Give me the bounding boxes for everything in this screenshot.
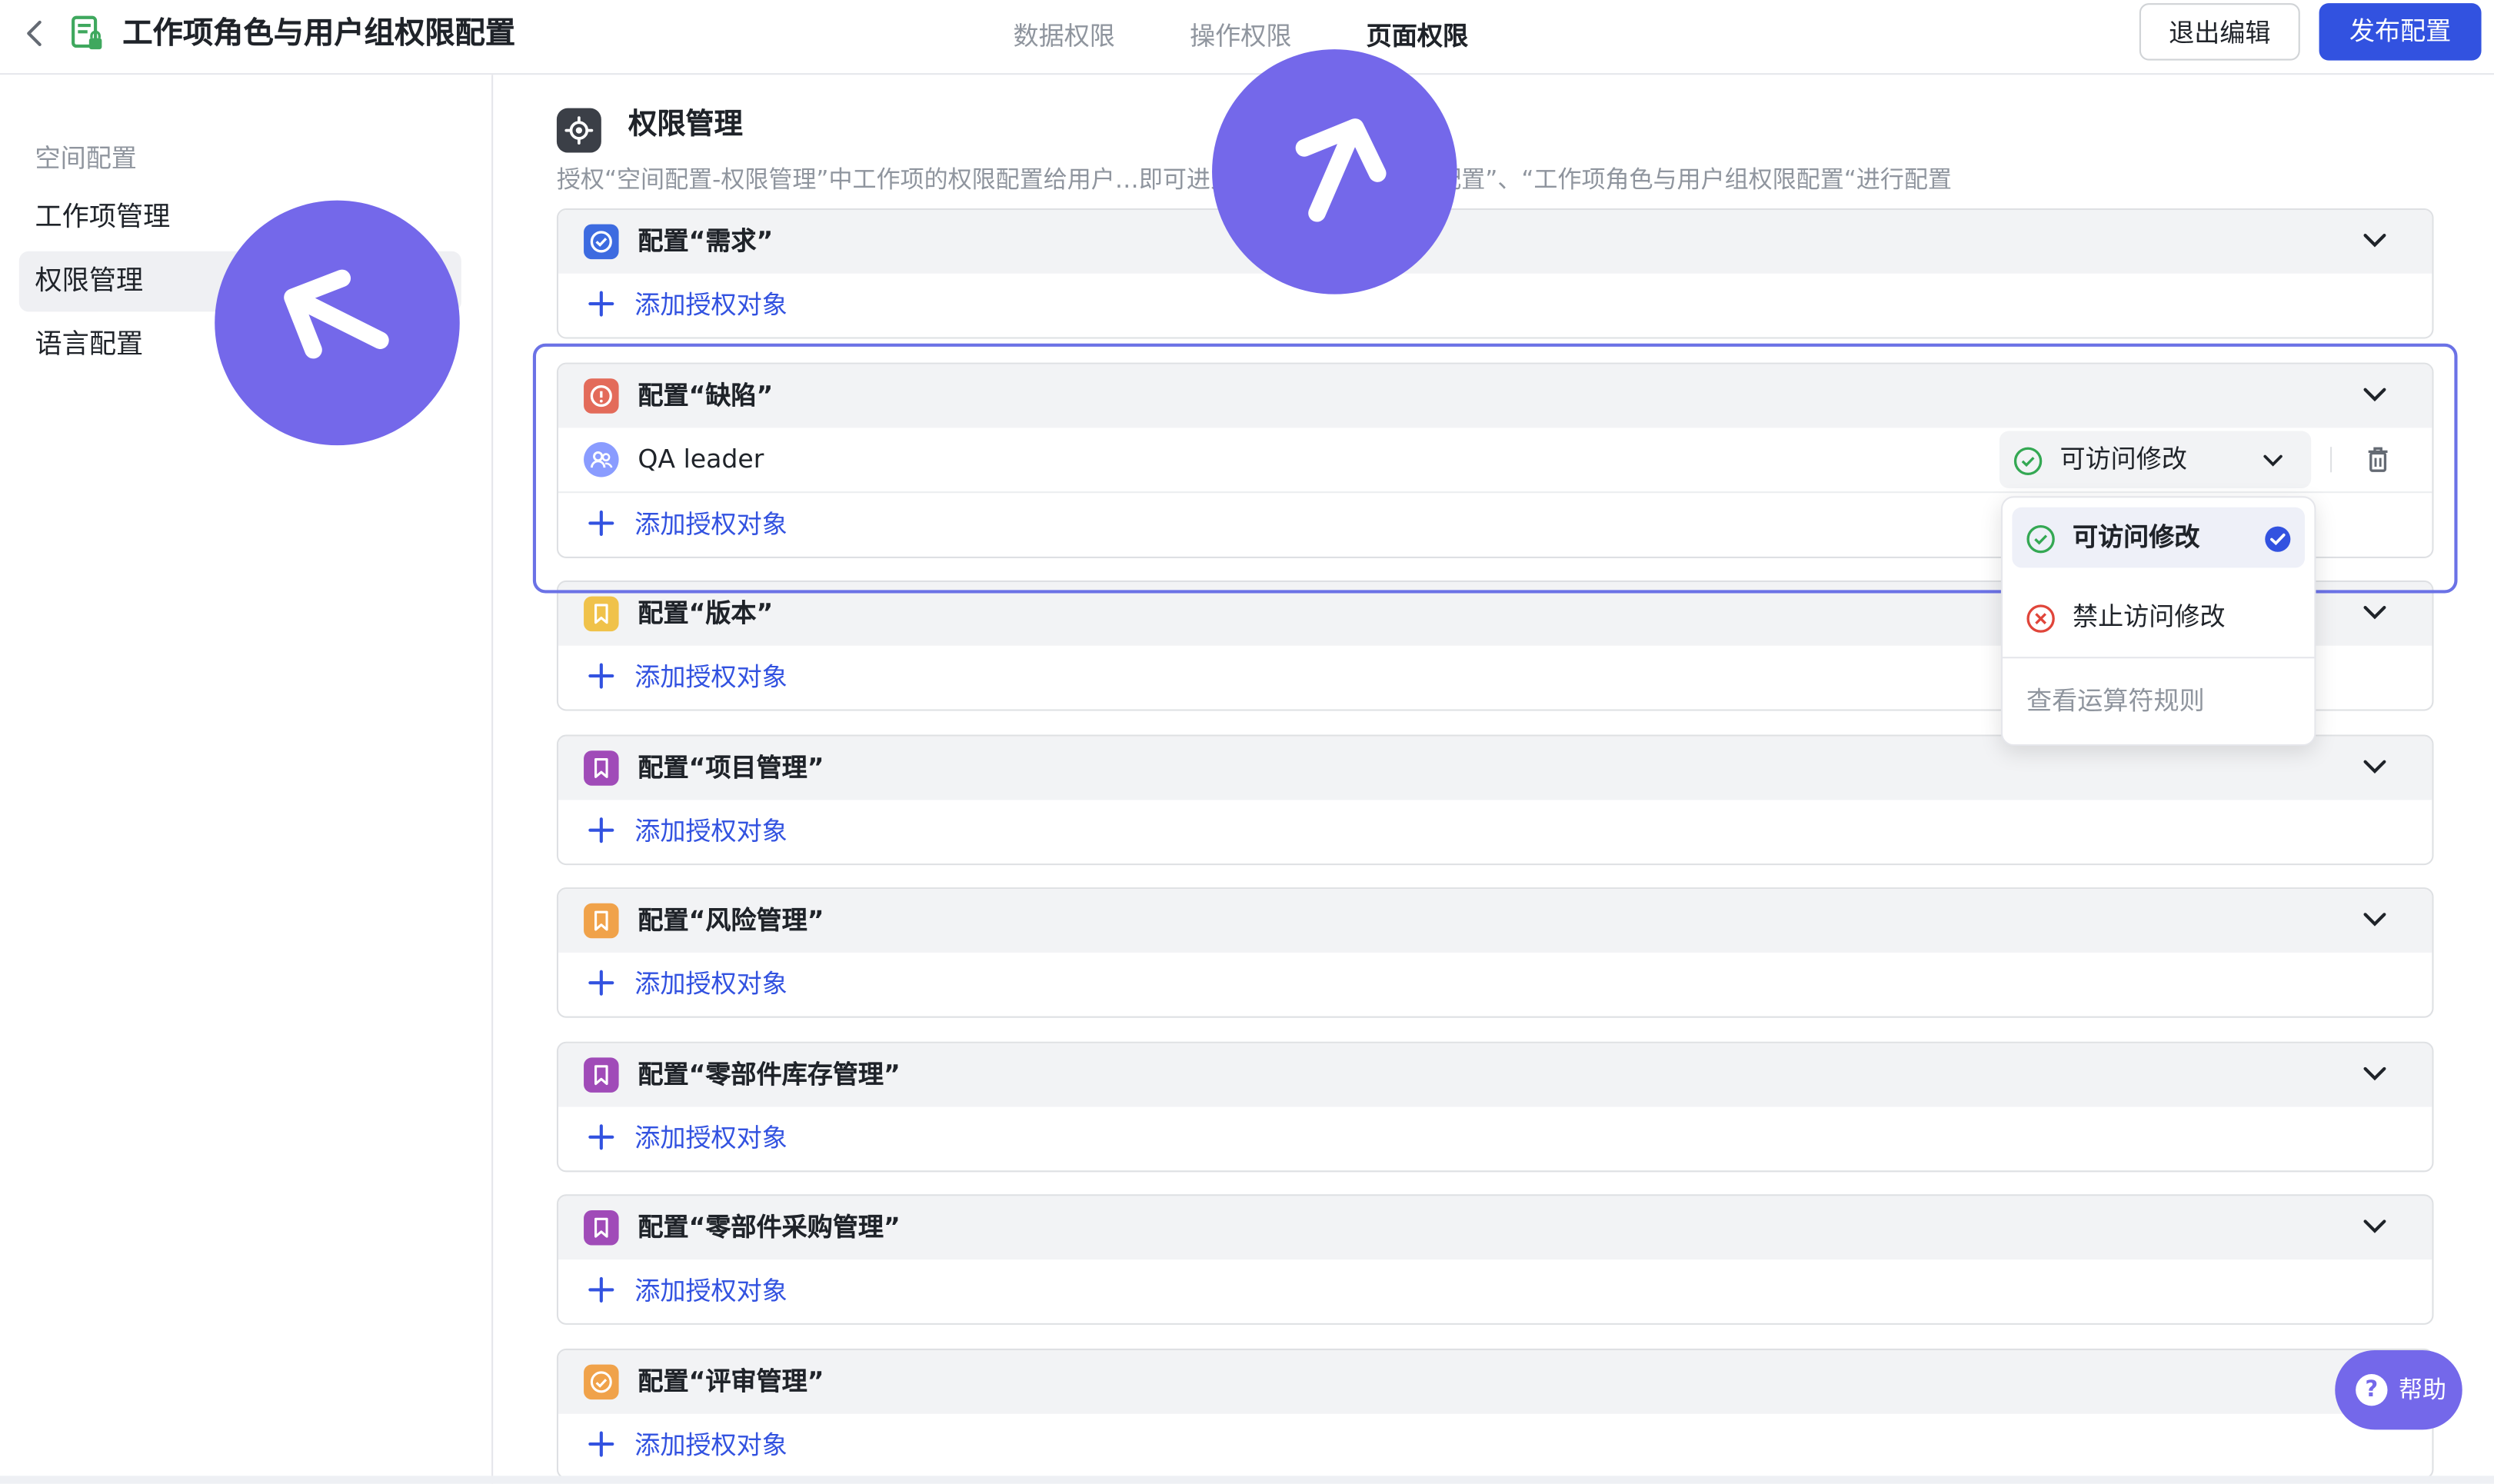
publish-config-button[interactable]: 发布配置	[2319, 3, 2482, 61]
divider	[2330, 447, 2333, 473]
add-grant-row[interactable]: 添加授权对象	[558, 953, 2432, 1017]
card-title: 配置“版本”	[638, 597, 774, 628]
plus-icon	[587, 289, 615, 324]
card-requirement: 配置“需求” 添加授权对象	[556, 208, 2434, 339]
exit-edit-button[interactable]: 退出编辑	[2139, 3, 2300, 61]
permission-dropdown: 可访问修改 禁止访问修改 查看运算符规则	[2000, 496, 2316, 747]
plus-icon	[587, 1123, 615, 1158]
card-header[interactable]: 配置“需求”	[558, 210, 2432, 274]
gear-icon	[556, 108, 601, 153]
bookmark-icon	[584, 1209, 619, 1246]
doc-lock-icon	[70, 15, 105, 59]
add-grant-link[interactable]: 添加授权对象	[634, 658, 787, 697]
question-icon: ?	[2356, 1374, 2388, 1406]
card-title: 配置“需求”	[638, 225, 774, 256]
option-allow-edit[interactable]: 可访问修改	[2012, 507, 2305, 568]
plus-icon	[587, 661, 615, 697]
bookmark-icon	[584, 1057, 619, 1093]
card-title: 配置“项目管理”	[638, 752, 824, 783]
add-grant-link[interactable]: 添加授权对象	[634, 965, 787, 1003]
option-label: 禁止访问修改	[2072, 601, 2226, 632]
permission-select-value: 可访问修改	[2059, 444, 2187, 474]
plus-icon	[587, 969, 615, 1004]
add-grant-link[interactable]: 添加授权对象	[634, 1426, 787, 1465]
help-label: 帮助	[2398, 1376, 2447, 1405]
section-title: 权限管理	[628, 108, 743, 142]
card-title: 配置“零部件采购管理”	[638, 1212, 901, 1243]
grant-entry-row: QA leader 可访问修改	[558, 428, 2432, 494]
permission-select[interactable]: 可访问修改	[1999, 431, 2312, 488]
selected-check-icon	[2263, 525, 2292, 561]
annotation-circle-left	[215, 200, 460, 446]
arrow-up-right-icon	[1295, 118, 1387, 222]
bookmark-icon	[584, 903, 619, 939]
sidebar-group-label: 空间配置	[35, 143, 137, 174]
add-grant-row[interactable]: 添加授权对象	[558, 1414, 2432, 1478]
bookmark-icon	[584, 596, 619, 632]
chevron-down-icon[interactable]	[2359, 1063, 2390, 1094]
card-project-management: 配置“项目管理” 添加授权对象	[556, 734, 2434, 866]
card-parts-purchasing: 配置“零部件采购管理” 添加授权对象	[556, 1194, 2434, 1325]
chevron-left-icon[interactable]	[19, 16, 51, 52]
card-title: 配置“风险管理”	[638, 904, 824, 936]
plus-icon	[587, 1429, 615, 1465]
grantee-name: QA leader	[638, 444, 764, 474]
user-group-icon	[584, 441, 619, 477]
add-grant-row[interactable]: 添加授权对象	[558, 1259, 2432, 1323]
card-title: 配置“缺陷”	[638, 380, 774, 411]
chevron-down-icon[interactable]	[2359, 383, 2390, 414]
card-risk-management: 配置“风险管理” 添加授权对象	[556, 887, 2434, 1018]
annotation-circle-top	[1212, 49, 1457, 294]
add-grant-link[interactable]: 添加授权对象	[634, 506, 787, 544]
chevron-down-icon	[2260, 448, 2286, 478]
page-title: 工作项角色与用户组权限配置	[122, 15, 516, 52]
card-parts-inventory: 配置“零部件库存管理” 添加授权对象	[556, 1041, 2434, 1173]
card-title: 配置“评审管理”	[638, 1366, 824, 1396]
smile-icon	[584, 1364, 619, 1400]
divider	[2002, 657, 2315, 659]
card-header[interactable]: 配置“零部件库存管理”	[558, 1043, 2432, 1107]
add-grant-row[interactable]: 添加授权对象	[558, 274, 2432, 338]
operator-rules-link[interactable]: 查看运算符规则	[2026, 682, 2205, 720]
chevron-down-icon[interactable]	[2359, 601, 2390, 633]
x-circle-icon	[2025, 603, 2056, 641]
app-root: 工作项角色与用户组权限配置 数据权限 操作权限 页面权限 退出编辑 发布配置 空…	[0, 0, 2494, 1484]
add-grant-row[interactable]: 添加授权对象	[558, 800, 2432, 863]
add-grant-link[interactable]: 添加授权对象	[634, 813, 787, 851]
plus-icon	[587, 509, 615, 544]
chevron-down-icon[interactable]	[2359, 755, 2390, 787]
add-grant-row[interactable]: 添加授权对象	[558, 1107, 2432, 1171]
add-grant-link[interactable]: 添加授权对象	[634, 286, 787, 324]
plus-icon	[587, 1276, 615, 1311]
arrow-up-left-icon	[284, 269, 389, 359]
tab-data-permission[interactable]: 数据权限	[1014, 19, 1115, 55]
add-grant-link[interactable]: 添加授权对象	[634, 1120, 787, 1158]
check-circle-icon	[2025, 523, 2056, 561]
chevron-down-icon[interactable]	[2359, 1215, 2390, 1246]
chevron-down-icon[interactable]	[2359, 908, 2390, 940]
bookmark-icon	[584, 750, 619, 786]
chevron-down-icon[interactable]	[2359, 229, 2390, 261]
check-circle-icon	[584, 224, 619, 260]
check-circle-icon	[2012, 445, 2043, 484]
bottom-strip	[0, 1476, 2494, 1484]
option-deny-edit[interactable]: 禁止访问修改	[2012, 587, 2305, 647]
card-header[interactable]: 配置“风险管理”	[558, 889, 2432, 953]
card-header[interactable]: 配置“零部件采购管理”	[558, 1196, 2432, 1260]
card-review-management: 配置“评审管理” 添加授权对象	[556, 1348, 2434, 1479]
alert-circle-icon	[584, 378, 619, 414]
plus-icon	[587, 816, 615, 851]
add-grant-link[interactable]: 添加授权对象	[634, 1273, 787, 1311]
trash-icon[interactable]	[2362, 444, 2393, 482]
card-header[interactable]: 配置“评审管理”	[558, 1349, 2432, 1414]
option-label: 可访问修改	[2072, 521, 2200, 552]
card-title: 配置“零部件库存管理”	[638, 1059, 901, 1090]
card-header[interactable]: 配置“缺陷”	[558, 364, 2432, 428]
help-button[interactable]: ? 帮助	[2335, 1349, 2462, 1430]
